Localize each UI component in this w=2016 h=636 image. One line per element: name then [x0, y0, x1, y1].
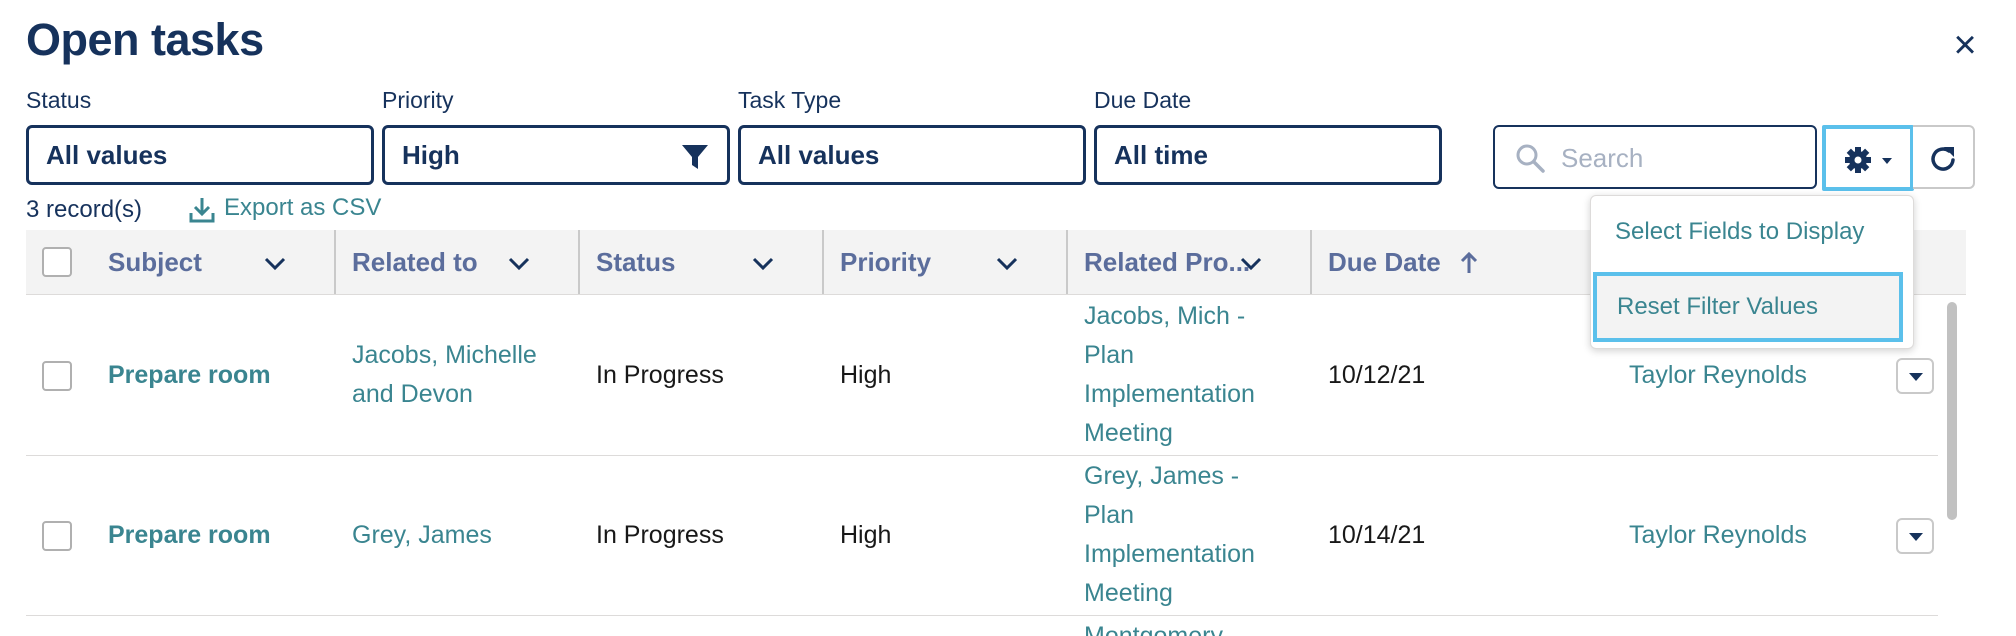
column-header-related-to[interactable]: Related to: [352, 230, 478, 294]
column-header-subject[interactable]: Subject: [108, 230, 202, 294]
row-subject-link[interactable]: Prepare room: [108, 516, 271, 555]
row-related-to-link[interactable]: Jacobs, Michelle and Devon: [352, 336, 537, 414]
row-due-date: 10/12/21: [1328, 361, 1426, 389]
filter-icon: [682, 145, 708, 169]
caret-down-icon: [1909, 373, 1923, 381]
select-all-checkbox[interactable]: [42, 247, 72, 277]
row-related-program-link[interactable]: Jacobs, Mich - Plan Implementation Meeti…: [1084, 297, 1255, 453]
menu-item-reset-filters[interactable]: Reset Filter Values: [1593, 272, 1903, 342]
table-row: Prepare room Grey, James In Progress Hig…: [26, 455, 1938, 616]
column-header-related-program[interactable]: Related Pro...: [1084, 230, 1250, 294]
row-due-date: 10/14/21: [1328, 521, 1426, 549]
record-count: 3 record(s): [26, 196, 143, 223]
settings-dropdown-menu: Select Fields to Display Reset Filter Va…: [1590, 195, 1914, 349]
filter-due-date-value: All time: [1114, 140, 1208, 170]
row-related-program-link[interactable]: Grey, James - Plan Implementation Meetin…: [1084, 457, 1255, 613]
filter-task-type-select[interactable]: All values: [738, 125, 1086, 185]
chevron-down-icon[interactable]: [994, 250, 1020, 276]
caret-down-icon: [1882, 158, 1892, 164]
row-actions-button[interactable]: [1896, 358, 1934, 394]
row-assigned-link[interactable]: Taylor Reynolds: [1629, 516, 1807, 555]
row-status: In Progress: [596, 521, 724, 549]
page-title: Open tasks: [26, 14, 264, 65]
row-subject-link[interactable]: Prepare room: [108, 356, 271, 395]
refresh-button[interactable]: [1913, 125, 1975, 189]
filter-priority-select[interactable]: High: [382, 125, 730, 185]
filter-due-date-select[interactable]: All time: [1094, 125, 1442, 185]
filter-task-type-value: All values: [758, 140, 880, 170]
filter-priority-value: High: [402, 140, 460, 170]
row-status: In Progress: [596, 361, 724, 389]
export-csv-label: Export as CSV: [224, 194, 382, 221]
caret-down-icon: [1909, 533, 1923, 541]
column-header-priority[interactable]: Priority: [840, 230, 931, 294]
chevron-down-icon[interactable]: [750, 250, 776, 276]
chevron-down-icon[interactable]: [262, 250, 288, 276]
row-priority: High: [840, 521, 892, 549]
arrow-up-icon[interactable]: [1456, 250, 1482, 276]
filter-task-type-label: Task Type: [738, 87, 842, 113]
search-input[interactable]: [1559, 137, 1803, 179]
menu-item-select-fields[interactable]: Select Fields to Display: [1615, 218, 1864, 246]
settings-menu-button[interactable]: [1822, 125, 1914, 191]
search-box[interactable]: [1493, 125, 1817, 189]
table-scrollbar[interactable]: [1947, 302, 1957, 520]
filter-status-value: All values: [46, 140, 168, 170]
row-assigned-link[interactable]: Taylor Reynolds: [1629, 356, 1807, 395]
column-header-status[interactable]: Status: [596, 230, 675, 294]
chevron-down-icon[interactable]: [1238, 250, 1264, 276]
chevron-down-icon[interactable]: [506, 250, 532, 276]
row-checkbox[interactable]: [42, 361, 72, 391]
table-row: Montgomery: [26, 615, 1938, 636]
search-icon: [1516, 144, 1545, 173]
filter-status-label: Status: [26, 87, 92, 113]
refresh-icon: [1931, 147, 1955, 171]
row-related-program-link[interactable]: Montgomery: [1084, 617, 1223, 636]
column-header-due-date[interactable]: Due Date: [1328, 230, 1441, 294]
download-icon: [189, 198, 215, 223]
row-related-to-link[interactable]: Grey, James: [352, 516, 492, 555]
row-priority: High: [840, 361, 892, 389]
gear-icon: [1845, 147, 1892, 173]
filter-priority-label: Priority: [382, 87, 454, 113]
filter-due-date-label: Due Date: [1094, 87, 1192, 113]
filter-status-select[interactable]: All values: [26, 125, 374, 185]
row-actions-button[interactable]: [1896, 518, 1934, 554]
row-checkbox[interactable]: [42, 521, 72, 551]
close-icon[interactable]: ×: [1940, 20, 1990, 70]
